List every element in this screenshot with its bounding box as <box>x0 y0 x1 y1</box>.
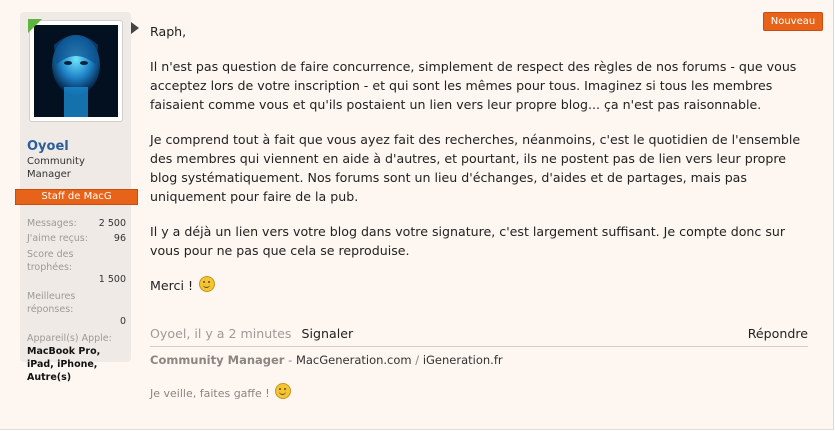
signature-tagline: Je veille, faites gaffe ! <box>150 383 292 400</box>
avatar[interactable] <box>28 19 123 122</box>
stat-value: 1 500 <box>98 274 126 285</box>
smiley-icon <box>275 383 292 399</box>
stat-messages: Messages: 2 500 <box>27 218 126 229</box>
stat-value: 0 <box>119 316 126 327</box>
stat-trophies: Score des trophées: 1 500 <box>27 248 126 285</box>
stat-value: 2 500 <box>98 218 126 229</box>
signature-separator: - <box>284 353 296 367</box>
stat-label: J'aime reçus: <box>27 233 88 244</box>
signature-divider <box>150 346 808 347</box>
signature-tagline-text: Je veille, faites gaffe ! <box>150 387 270 400</box>
signature-line: Community Manager - MacGeneration.com / … <box>150 353 503 367</box>
message-paragraph: Il y a déjà un lien vers votre blog dans… <box>150 224 786 258</box>
signature-slash: / <box>411 353 423 367</box>
message-greeting: Raph, <box>150 24 187 39</box>
stat-label: Appareil(s) Apple: <box>27 333 112 344</box>
reply-link[interactable]: Répondre <box>748 326 808 341</box>
online-indicator-icon <box>28 19 42 33</box>
author-time-link[interactable]: Oyoel, il y a 2 minutes <box>150 326 292 341</box>
message-meta: Oyoel, il y a 2 minutes Signaler Répondr… <box>150 326 808 341</box>
message-paragraph: Il n'est pas question de faire concurren… <box>150 59 797 112</box>
stat-devices: Appareil(s) Apple: MacBook Pro, iPad, iP… <box>27 332 126 384</box>
user-info-panel: Oyoel Community Manager Staff de MacG Me… <box>15 12 138 383</box>
smiley-icon <box>199 276 216 292</box>
message-pointer-icon <box>131 22 139 34</box>
signature-role: Community Manager <box>150 353 285 367</box>
stat-value: 96 <box>113 233 126 244</box>
staff-badge: Staff de MacG <box>15 189 138 205</box>
username-link[interactable]: Oyoel <box>27 139 69 154</box>
stat-label: Score des trophées: <box>27 249 74 273</box>
message-closing: Merci ! <box>150 276 810 295</box>
user-title: Community Manager <box>27 156 85 180</box>
stat-value: MacBook Pro, iPad, iPhone, Autre(s) <box>27 346 101 383</box>
stat-label: Meilleures réponses: <box>27 291 76 315</box>
signature-site-macg[interactable]: MacGeneration.com <box>296 353 412 367</box>
stat-best-answers: Meilleures réponses: 0 <box>27 290 126 327</box>
message-container: Oyoel Community Manager Staff de MacG Me… <box>0 0 834 430</box>
signature-site-igen[interactable]: iGeneration.fr <box>423 353 503 367</box>
stat-likes: J'aime reçus: 96 <box>27 233 126 244</box>
message-paragraph: Je comprend tout à fait que vous ayez fa… <box>150 132 801 204</box>
message-body: Raph, Il n'est pas question de faire con… <box>150 22 810 311</box>
stat-label: Messages: <box>27 218 77 229</box>
closing-text: Merci ! <box>150 278 193 293</box>
report-link[interactable]: Signaler <box>302 326 354 341</box>
